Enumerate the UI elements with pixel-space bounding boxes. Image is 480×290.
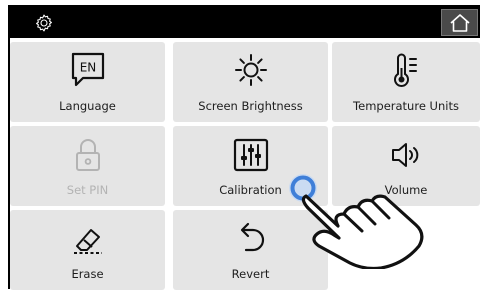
en-speech-bubble-icon: EN bbox=[71, 52, 104, 87]
tile-set-pin: Set PIN bbox=[10, 126, 165, 206]
thermometer-icon bbox=[394, 53, 417, 87]
en-icon-text: EN bbox=[79, 61, 96, 75]
home-icon bbox=[449, 13, 470, 32]
eraser-icon bbox=[73, 229, 102, 254]
tile-label-calibration: Calibration bbox=[219, 183, 282, 197]
home-button[interactable] bbox=[441, 9, 478, 36]
tile-label-revert: Revert bbox=[231, 267, 270, 281]
sun-icon bbox=[234, 54, 267, 86]
tile-language[interactable]: EN Language bbox=[10, 42, 165, 122]
sliders-icon bbox=[233, 138, 268, 172]
tile-label-erase: Erase bbox=[71, 267, 104, 281]
tile-label-language: Language bbox=[59, 99, 116, 113]
tile-label-volume: Volume bbox=[384, 183, 428, 197]
speaker-icon bbox=[392, 143, 419, 167]
tile-label-set-pin: Set PIN bbox=[66, 183, 109, 197]
tile-label-temperature-units: Temperature Units bbox=[353, 99, 459, 113]
tile-revert[interactable]: Revert bbox=[173, 210, 328, 290]
tile-erase[interactable]: Erase bbox=[10, 210, 165, 290]
tile-label-screen-brightness: Screen Brightness bbox=[198, 99, 303, 113]
gear-icon[interactable] bbox=[34, 13, 54, 33]
tile-volume[interactable]: Volume bbox=[332, 126, 480, 206]
lock-icon bbox=[75, 139, 100, 171]
tile-calibration[interactable]: Calibration bbox=[173, 126, 328, 206]
tile-temperature-units[interactable]: Temperature Units bbox=[332, 42, 480, 122]
undo-arrow-icon bbox=[240, 222, 264, 252]
tile-screen-brightness[interactable]: Screen Brightness bbox=[173, 42, 328, 122]
settings-grid: EN Language Screen Brightness Temperatur… bbox=[10, 42, 480, 290]
top-bar bbox=[8, 5, 480, 38]
